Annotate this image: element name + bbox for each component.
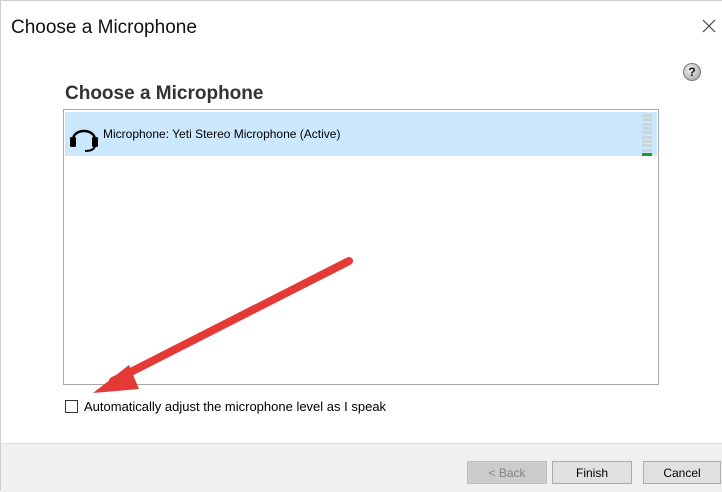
finish-button[interactable]: Finish [552, 461, 632, 484]
level-segment [642, 126, 652, 130]
microphone-label: Microphone: Yeti Stereo Microphone (Acti… [103, 127, 341, 141]
list-item-microphone[interactable]: Microphone: Yeti Stereo Microphone (Acti… [65, 112, 657, 156]
microphone-list[interactable]: Microphone: Yeti Stereo Microphone (Acti… [63, 109, 659, 385]
back-button[interactable]: < Back [467, 461, 547, 484]
level-segment [642, 135, 652, 139]
window-title: Choose a Microphone [11, 17, 197, 38]
cancel-button[interactable]: Cancel [643, 461, 721, 484]
page-heading: Choose a Microphone [65, 83, 264, 104]
dialog-window: Choose a Microphone ? Choose a Microphon… [0, 0, 722, 492]
level-segment [642, 144, 652, 148]
level-segment [642, 139, 652, 143]
level-segment [642, 152, 652, 156]
auto-adjust-label: Automatically adjust the microphone leve… [84, 399, 387, 414]
level-meter [642, 114, 652, 156]
level-segment [642, 118, 652, 122]
close-icon [702, 19, 716, 33]
level-segment [642, 131, 652, 135]
level-segment [642, 122, 652, 126]
help-button[interactable]: ? [683, 63, 701, 81]
headset-icon [70, 129, 98, 152]
auto-adjust-option[interactable]: Automatically adjust the microphone leve… [65, 399, 386, 414]
level-segment [642, 148, 652, 152]
close-button[interactable] [698, 15, 720, 37]
level-segment [642, 114, 652, 117]
auto-adjust-checkbox[interactable] [65, 400, 78, 413]
